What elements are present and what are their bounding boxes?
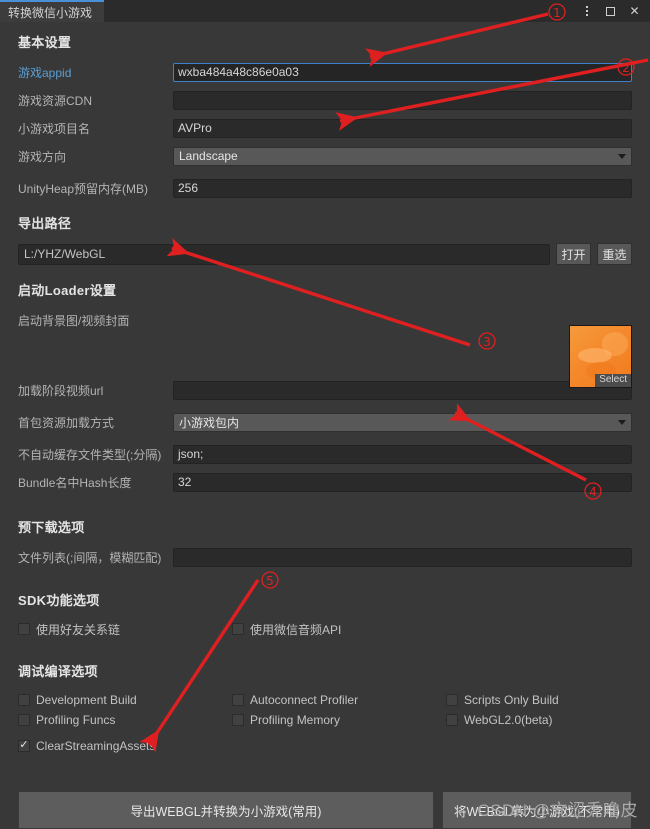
checkbox-autoconnect-profiler[interactable]: Autoconnect Profiler xyxy=(232,693,446,707)
section-title-basic: 基本设置 xyxy=(18,35,72,50)
thumbnail-shape xyxy=(602,332,628,356)
input-bundle-hash-len[interactable]: 32 xyxy=(173,472,632,492)
window-tab-label: 转换微信小游戏 xyxy=(8,5,93,20)
label-file-list: 文件列表(;间隔，模糊匹配) xyxy=(18,550,162,565)
checkbox-webgl2-beta[interactable]: WebGL2.0(beta) xyxy=(446,713,632,727)
section-title-sdk: SDK功能选项 xyxy=(18,593,100,608)
field-row-game-cdn: 游戏资源CDN xyxy=(18,89,632,111)
checkbox-label: Autoconnect Profiler xyxy=(250,693,359,707)
checkbox-profiling-funcs[interactable]: Profiling Funcs xyxy=(18,713,232,727)
export-path-row: L:/YHZ/WebGL 打开 重选 xyxy=(18,242,632,266)
checkbox-scripts-only-build[interactable]: Scripts Only Build xyxy=(446,693,632,707)
cover-image-row: 启动背景图/视频封面 xyxy=(18,309,632,331)
maximize-icon[interactable] xyxy=(604,5,617,18)
checkbox-label: WebGL2.0(beta) xyxy=(464,713,553,727)
checkbox-box-icon xyxy=(18,623,30,635)
checkbox-label: Scripts Only Build xyxy=(464,693,559,707)
thumbnail-select-button[interactable]: Select xyxy=(595,374,631,387)
export-webgl-convert-button[interactable]: 导出WEBGL并转换为小游戏(常用) xyxy=(18,791,434,829)
input-unityheap[interactable]: 256 xyxy=(173,178,632,198)
field-row-nocache-types: 不自动缓存文件类型(;分隔) json; xyxy=(18,443,632,465)
checkbox-box-icon xyxy=(232,623,244,635)
checkbox-box-icon xyxy=(18,714,30,726)
chevron-down-icon xyxy=(618,153,626,159)
watermark-text: CSDN @亢涩秃噜皮 xyxy=(477,801,638,820)
label-bundle-hash-len: Bundle名中Hash长度 xyxy=(18,475,132,490)
label-unityheap: UnityHeap预留内存(MB) xyxy=(18,181,149,196)
section-title-loader: 启动Loader设置 xyxy=(18,283,117,298)
settings-panel: 基本设置 游戏appid wxba484a48c86e0a03 游戏资源CDN … xyxy=(0,22,650,829)
dropdown-orientation[interactable]: Landscape xyxy=(173,146,632,166)
field-row-bundle-hash-len: Bundle名中Hash长度 32 xyxy=(18,471,632,493)
input-game-cdn[interactable] xyxy=(173,90,632,110)
checkbox-wechat-audio-api[interactable]: 使用微信音频API xyxy=(232,621,632,638)
checkbox-clear-streaming-assets[interactable]: ClearStreamingAssets xyxy=(18,739,232,753)
sdk-checkbox-row: 使用好友关系链 使用微信音频API xyxy=(18,619,632,639)
field-row-game-appid: 游戏appid wxba484a48c86e0a03 xyxy=(18,61,632,83)
checkbox-friend-relation[interactable]: 使用好友关系链 xyxy=(18,621,232,638)
kebab-menu-icon[interactable] xyxy=(580,5,593,18)
checkbox-label: ClearStreamingAssets xyxy=(36,739,156,753)
title-bar: 转换微信小游戏 ✕ xyxy=(0,0,650,22)
label-first-pack-load: 首包资源加载方式 xyxy=(18,415,115,430)
field-row-unityheap: UnityHeap预留内存(MB) 256 xyxy=(18,177,632,199)
field-row-orientation: 游戏方向 Landscape xyxy=(18,145,632,167)
checkbox-label: Profiling Memory xyxy=(250,713,341,727)
reselect-path-button[interactable]: 重选 xyxy=(597,243,632,265)
section-title-export: 导出路径 xyxy=(18,216,72,231)
checkbox-box-icon xyxy=(446,694,458,706)
input-export-path[interactable]: L:/YHZ/WebGL xyxy=(18,243,550,265)
chevron-down-icon xyxy=(618,419,626,425)
checkbox-label: Development Build xyxy=(36,693,137,707)
input-nocache-types[interactable]: json; xyxy=(173,444,632,464)
field-row-first-pack-load: 首包资源加载方式 小游戏包内 xyxy=(18,411,632,433)
debug-checkbox-row-3: ClearStreamingAssets xyxy=(18,736,632,756)
checkbox-box-checked-icon xyxy=(18,740,30,752)
input-game-appid[interactable]: wxba484a48c86e0a03 xyxy=(173,62,632,82)
dropdown-orientation-value: Landscape xyxy=(179,149,238,163)
window-controls: ✕ xyxy=(580,0,650,22)
debug-checkbox-row-1: Development Build Autoconnect Profiler S… xyxy=(18,690,632,710)
checkbox-development-build[interactable]: Development Build xyxy=(18,693,232,707)
section-title-predownload: 预下载选项 xyxy=(18,520,85,535)
label-cover-image: 启动背景图/视频封面 xyxy=(18,313,130,328)
checkbox-box-icon xyxy=(18,694,30,706)
window-tab[interactable]: 转换微信小游戏 xyxy=(0,0,105,22)
open-path-button[interactable]: 打开 xyxy=(556,243,591,265)
field-row-file-list: 文件列表(;间隔，模糊匹配) xyxy=(18,546,632,568)
checkbox-box-icon xyxy=(446,714,458,726)
input-file-list[interactable] xyxy=(173,547,632,567)
label-game-cdn: 游戏资源CDN xyxy=(18,93,92,108)
field-row-loading-video-url: 加载阶段视频url xyxy=(18,379,632,401)
label-project-name: 小游戏项目名 xyxy=(18,121,91,136)
checkbox-label: 使用微信音频API xyxy=(250,622,342,637)
checkbox-label: Profiling Funcs xyxy=(36,713,116,727)
checkbox-box-icon xyxy=(232,714,244,726)
checkbox-label: 使用好友关系链 xyxy=(36,622,121,637)
close-icon[interactable]: ✕ xyxy=(628,5,641,18)
title-bar-spacer xyxy=(104,0,580,22)
label-orientation: 游戏方向 xyxy=(18,149,67,164)
label-loading-video-url: 加载阶段视频url xyxy=(18,383,104,398)
label-nocache-types: 不自动缓存文件类型(;分隔) xyxy=(18,447,162,462)
checkbox-profiling-memory[interactable]: Profiling Memory xyxy=(232,713,446,727)
field-row-project-name: 小游戏项目名 AVPro xyxy=(18,117,632,139)
debug-checkbox-row-2: Profiling Funcs Profiling Memory WebGL2.… xyxy=(18,710,632,730)
section-title-debug: 调试编译选项 xyxy=(18,664,98,679)
cover-image-thumbnail[interactable]: Select xyxy=(569,325,632,388)
label-game-appid[interactable]: 游戏appid xyxy=(18,64,173,81)
dropdown-first-pack-load[interactable]: 小游戏包内 xyxy=(173,412,632,432)
input-loading-video-url[interactable] xyxy=(173,380,632,400)
input-project-name[interactable]: AVPro xyxy=(173,118,632,138)
checkbox-box-icon xyxy=(232,694,244,706)
dropdown-first-pack-load-value: 小游戏包内 xyxy=(179,415,240,430)
